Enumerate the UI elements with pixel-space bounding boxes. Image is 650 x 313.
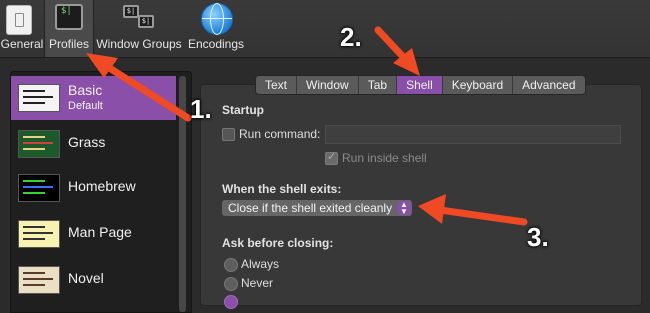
arrow-to-shell-tab [374,26,420,76]
annotation-step-1: 1. [190,94,212,124]
annotation-arrows [86,26,528,226]
annotation-step-3: 3. [527,222,549,252]
arrow-to-profiles [86,53,192,122]
annotation-step-2: 2. [340,22,362,52]
arrow-to-exit-select [418,194,528,226]
